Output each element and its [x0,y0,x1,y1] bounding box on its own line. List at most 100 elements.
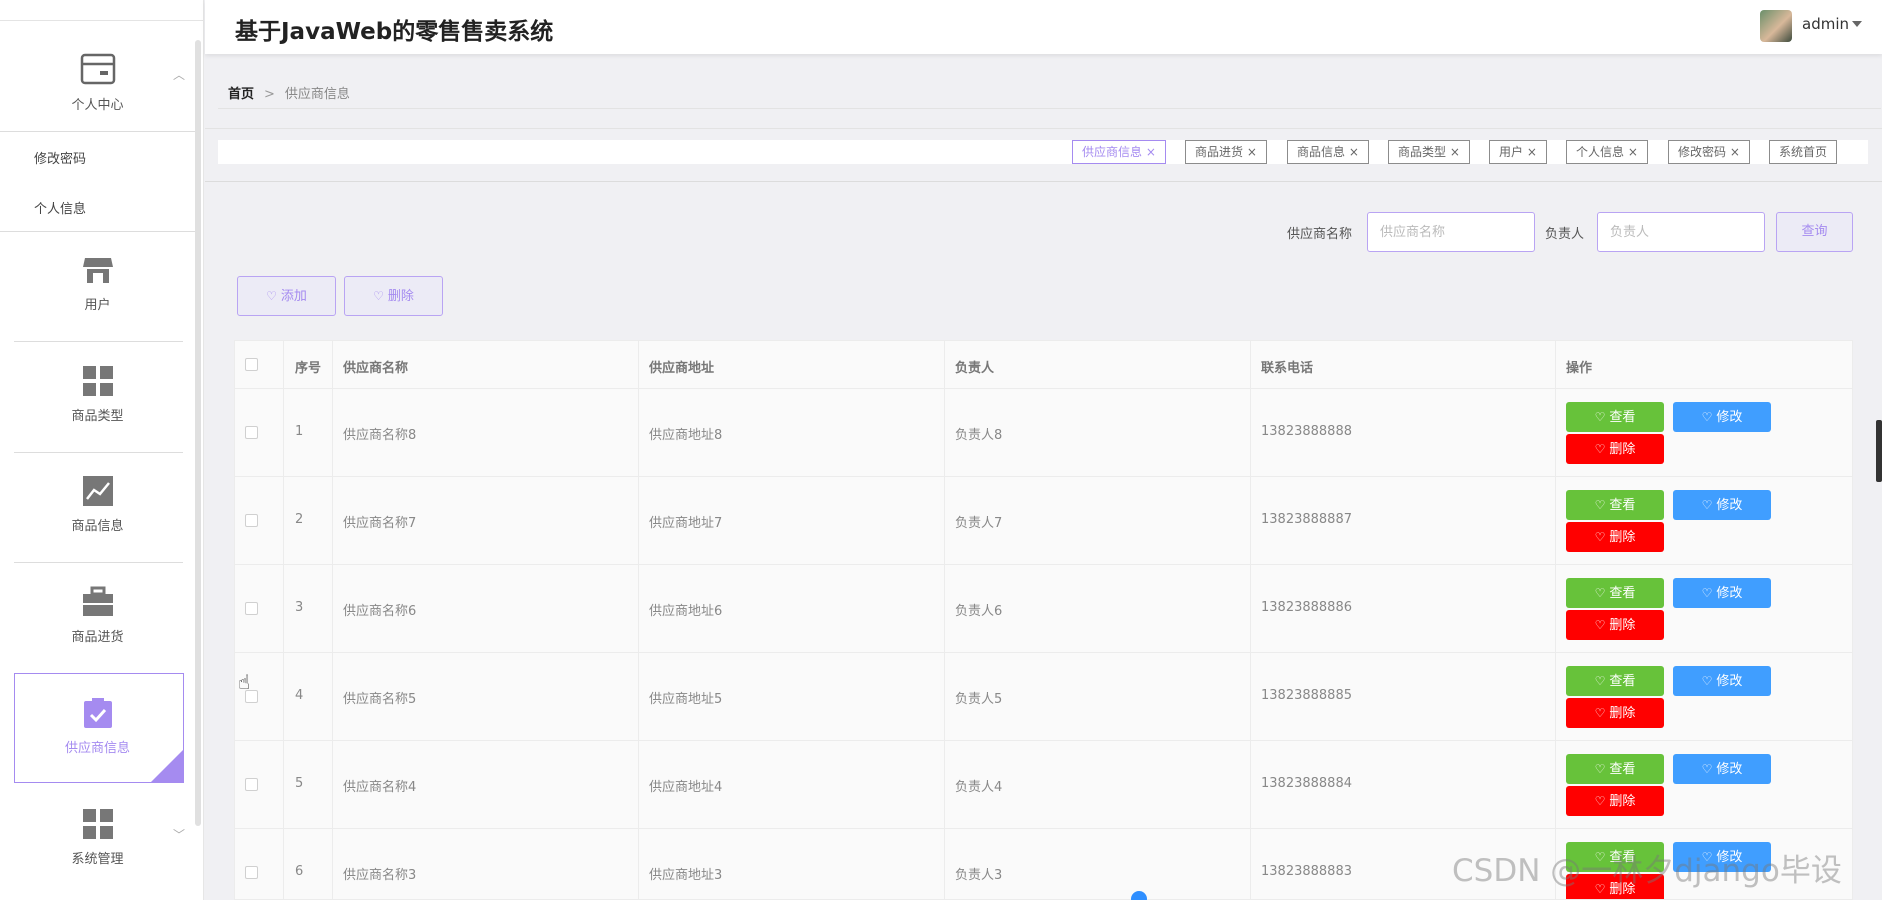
grid-icon [82,366,113,396]
cell-owner: 负责人6 [955,604,1003,619]
table-row: 3 供应商名称6 供应商地址6 负责人6 13823888886 ♡ 查看 ♡ 修改… [235,565,1852,653]
row-checkbox[interactable] [245,866,258,879]
tag-system-home[interactable]: 系统首页 [1769,140,1838,164]
sidebar-item-users[interactable]: 用户 [0,254,195,313]
close-icon[interactable]: × [1726,145,1740,159]
avatar[interactable] [1760,10,1792,42]
cell-no: 4 [295,688,304,703]
sidebar-sub-personal-info[interactable]: 个人信息 [0,198,195,217]
delete-button[interactable]: ♡ 删除 [1566,698,1664,728]
delete-button[interactable]: ♡ 删除 [1566,434,1664,464]
cell-no: 6 [295,864,304,879]
cell-phone: 13823888888 [1261,424,1352,439]
column-header: 负责人 [955,361,995,376]
sidebar-item-product-type[interactable]: 商品类型 [0,365,195,424]
breadcrumb-current: 供应商信息 [284,87,350,102]
sidebar-top-divider [0,20,203,21]
tag-label: 个人信息 [1576,145,1625,159]
view-button[interactable]: ♡ 查看 [1566,666,1664,696]
sidebar-item-label: 用户 [84,298,111,313]
close-icon[interactable]: × [1345,145,1359,159]
view-button[interactable]: ♡ 查看 [1566,754,1664,784]
tag-supplier-info[interactable]: 供应商信息 × [1072,140,1166,164]
cell-address: 供应商地址7 [649,516,723,531]
heart-icon: ♡ [373,289,384,303]
divider [14,562,183,563]
column-header: 供应商地址 [649,361,715,376]
page-scrollbar[interactable] [1876,420,1882,482]
tag-product-info[interactable]: 商品信息 × [1287,140,1369,164]
sidebar-item-product-purchase[interactable]: 商品进货 [0,586,195,645]
owner-input[interactable] [1597,212,1765,252]
heart-icon: ♡ [1594,674,1606,688]
close-icon[interactable]: × [1243,145,1257,159]
sidebar-item-system-management[interactable]: 系统管理 [0,808,195,867]
user-menu[interactable]: admin [1802,15,1849,33]
table-row: 2 供应商名称7 供应商地址7 负责人7 13823888887 ♡ 查看 ♡ 修改… [235,477,1852,565]
edit-button-label: 修改 [1716,498,1743,513]
tag-users[interactable]: 用户 × [1489,140,1547,164]
sidebar-item-label: 系统管理 [71,852,124,867]
view-button[interactable]: ♡ 查看 [1566,402,1664,432]
select-all-checkbox[interactable] [245,358,258,371]
sidebar-scrollbar[interactable] [195,40,201,826]
search-button[interactable]: 查询 [1776,212,1853,252]
view-button[interactable]: ♡ 查看 [1566,578,1664,608]
close-icon[interactable]: × [1446,145,1460,159]
divider [205,181,1882,182]
heart-icon: ♡ [1594,794,1606,808]
top-header: 基于JavaWeb的零售售卖系统 admin [205,0,1882,54]
delete-button[interactable]: ♡ 删除 [1566,610,1664,640]
supplier-name-label: 供应商名称 [1287,227,1353,242]
chevron-down-icon[interactable]: ﹀ [173,826,185,843]
cell-owner: 负责人8 [955,428,1003,443]
edit-button[interactable]: ♡ 修改 [1673,666,1771,696]
delete-button-label: 删除 [1609,618,1636,633]
cell-phone: 13823888886 [1261,600,1352,615]
heart-icon: ♡ [1701,762,1713,776]
caret-down-icon[interactable] [1852,21,1862,27]
row-checkbox[interactable] [245,514,258,527]
chevron-up-icon[interactable]: ︿ [173,66,185,83]
heart-icon: ♡ [1701,586,1713,600]
column-divider [332,341,333,899]
delete-button[interactable]: ♡ 删除 [1566,786,1664,816]
column-header: 操作 [1566,361,1593,376]
wallet-icon [80,53,115,85]
tag-product-type[interactable]: 商品类型 × [1388,140,1470,164]
row-checkbox[interactable] [245,602,258,615]
supplier-name-input[interactable] [1367,212,1535,252]
edit-button[interactable]: ♡ 修改 [1673,578,1771,608]
row-checkbox[interactable] [245,778,258,791]
close-icon[interactable]: × [1523,145,1537,159]
heart-icon: ♡ [1594,618,1606,632]
cell-owner: 负责人5 [955,692,1003,707]
view-button-label: 查看 [1609,410,1636,425]
tag-product-purchase[interactable]: 商品进货 × [1185,140,1267,164]
sidebar-sub-change-password[interactable]: 修改密码 [0,148,195,167]
sidebar-item-product-info[interactable]: 商品信息 [0,475,195,534]
sidebar-item-supplier-info[interactable]: 供应商信息 [0,697,195,756]
tag-label: 供应商信息 [1082,145,1143,159]
close-icon[interactable]: × [1624,145,1638,159]
edit-button[interactable]: ♡ 修改 [1673,490,1771,520]
edit-button[interactable]: ♡ 修改 [1673,754,1771,784]
tag-personal-info[interactable]: 个人信息 × [1566,140,1648,164]
edit-button-label: 修改 [1716,674,1743,689]
edit-button[interactable]: ♡ 修改 [1673,402,1771,432]
delete-button-label: 删除 [1609,794,1636,809]
delete-button[interactable]: ♡ 删除 [1566,522,1664,552]
column-divider [944,341,945,899]
close-icon[interactable]: × [1142,145,1156,159]
cell-owner: 负责人3 [955,868,1003,883]
sidebar-item-label: 供应商信息 [64,741,130,756]
table-row: 1 供应商名称8 供应商地址8 负责人8 13823888888 ♡ 查看 ♡ 修改… [235,389,1852,477]
batch-delete-button[interactable]: ♡ 删除 [344,276,443,316]
tag-change-password[interactable]: 修改密码 × [1668,140,1750,164]
heart-icon: ♡ [1594,762,1606,776]
sidebar-item-personal-center[interactable]: 个人中心 [0,52,195,113]
row-checkbox[interactable] [245,426,258,439]
breadcrumb-home[interactable]: 首页 [228,87,254,102]
add-button[interactable]: ♡ 添加 [237,276,336,316]
view-button[interactable]: ♡ 查看 [1566,490,1664,520]
